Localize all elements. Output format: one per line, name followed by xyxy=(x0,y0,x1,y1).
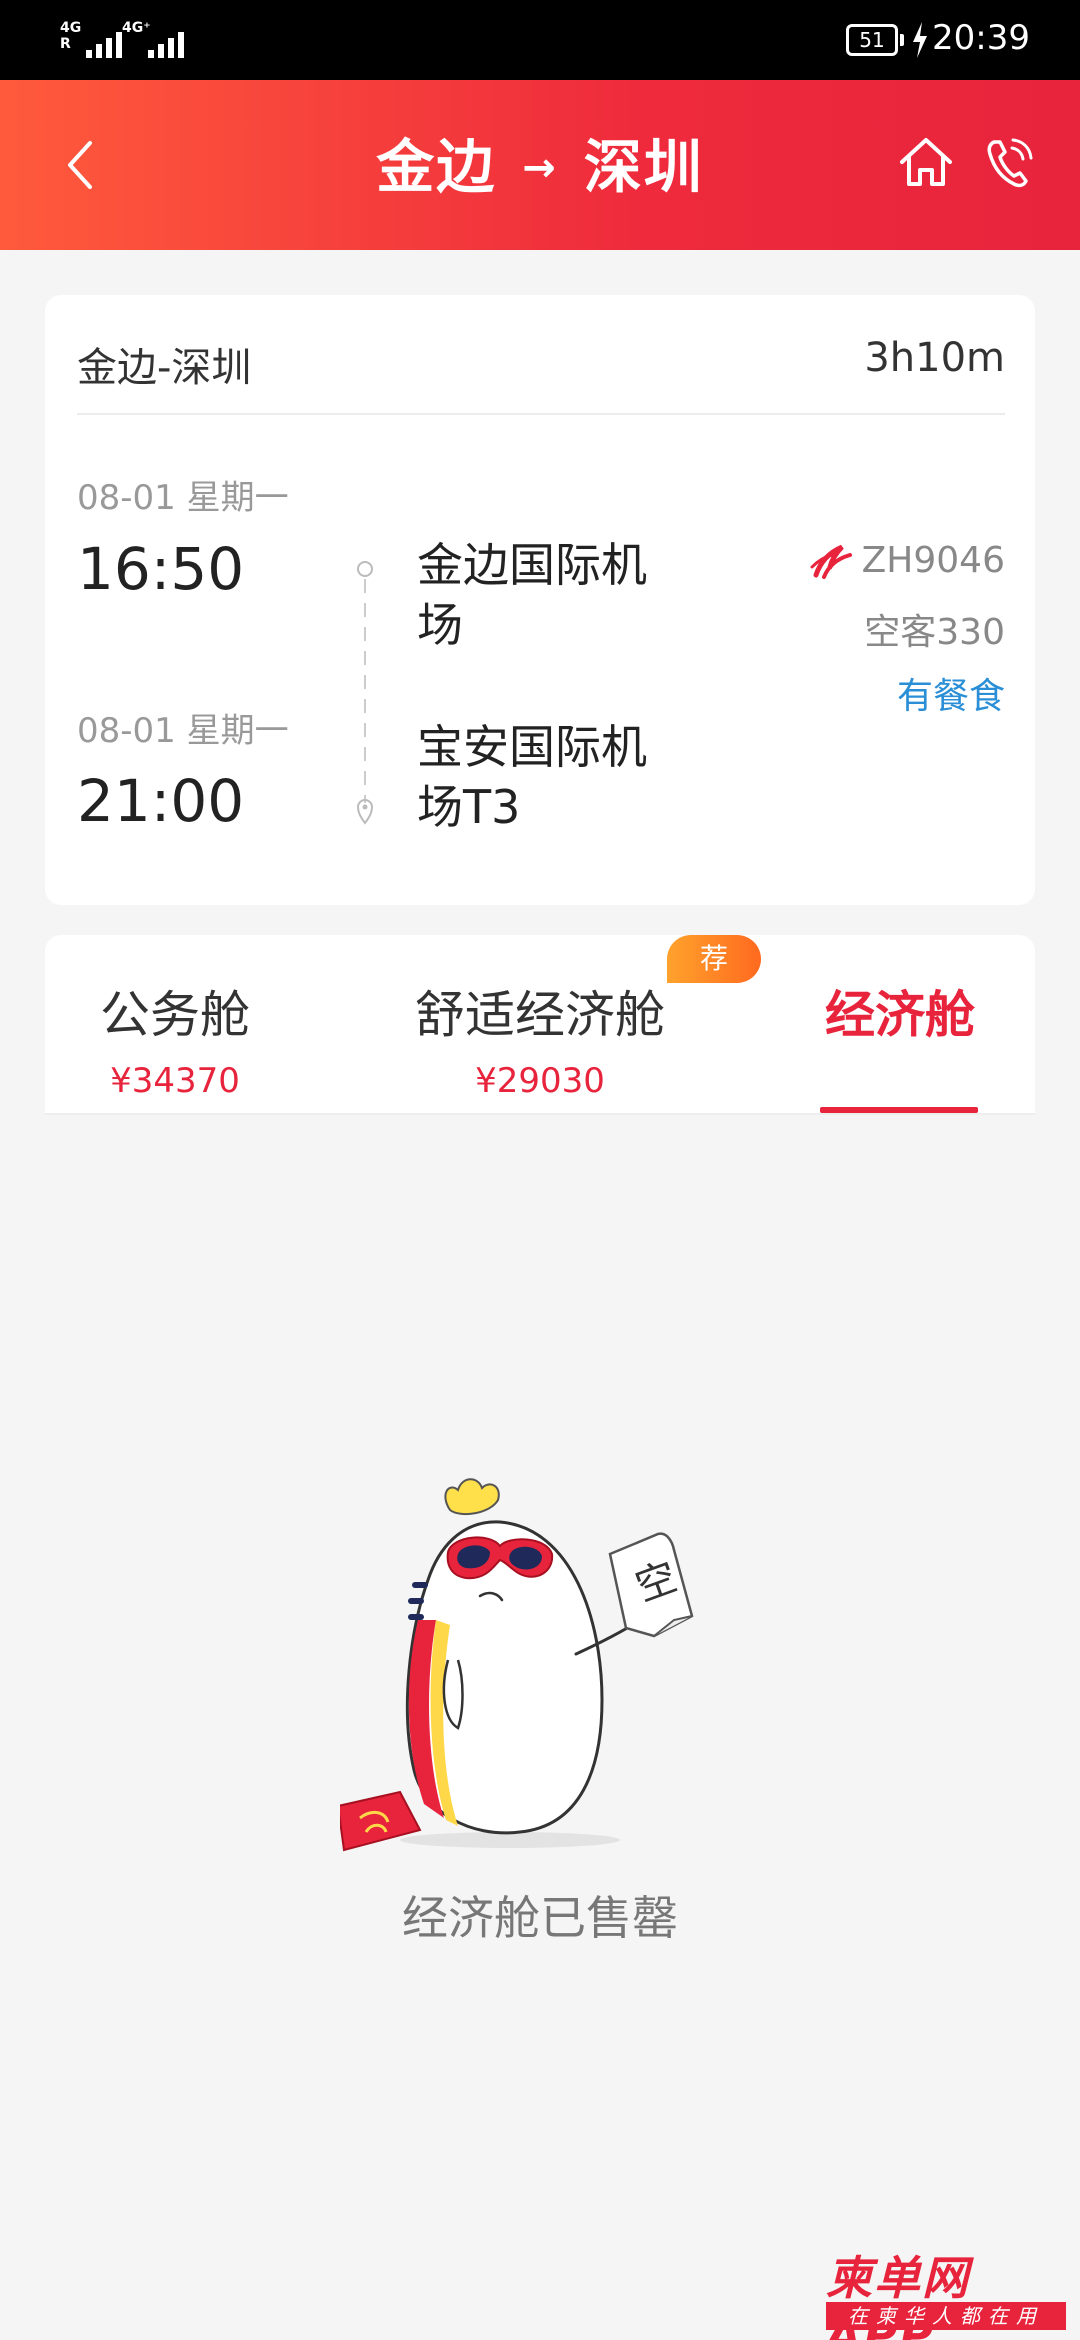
charging-bolt-icon xyxy=(913,22,927,58)
aircraft-type: 空客330 xyxy=(864,612,1005,653)
airline-logo-icon xyxy=(810,544,852,579)
signal-bars-icon xyxy=(148,28,196,58)
cabin-tabs: 公务舱 ¥34370 舒适经济舱 ¥29030 荐 经济舱 xyxy=(45,935,1035,1115)
arrival-airport: 宝安国际机 场T3 xyxy=(417,717,717,837)
phone-icon[interactable] xyxy=(984,132,1034,192)
arrival-airport-line1: 宝安国际机 xyxy=(417,720,647,774)
tab-business-class[interactable]: 公务舱 ¥34370 xyxy=(85,975,265,1101)
sold-out-message: 经济舱已售罄 xyxy=(402,1891,678,1945)
active-tab-indicator xyxy=(820,1107,978,1113)
origin-city: 金边 xyxy=(376,133,497,201)
arrival-airport-line2: 场T3 xyxy=(417,780,521,834)
route-label: 金边-深圳 xyxy=(77,345,252,391)
status-time: 20:39 xyxy=(932,18,1030,58)
arrival-time: 21:00 xyxy=(77,767,245,835)
header-bar: 金边 → 深圳 xyxy=(0,80,1080,250)
arrival-date: 08-01 星期一 xyxy=(77,711,289,751)
divider xyxy=(77,413,1005,415)
flight-info-card: 金边-深圳 3h10m 08-01 星期一 16:50 08-01 星期一 21… xyxy=(45,295,1035,905)
watermark-logo: 柬单网APP 在柬华人都在用 xyxy=(820,2242,1070,2340)
battery-icon: 51 xyxy=(846,24,898,56)
status-bar: 4G R 4G⁺ 51 20:39 xyxy=(0,0,1080,80)
battery-level: 51 xyxy=(859,28,885,52)
departure-date: 08-01 星期一 xyxy=(77,478,289,518)
flight-timeline xyxy=(356,561,374,825)
tab-label: 公务舱 xyxy=(100,986,250,1044)
tab-price: ¥34370 xyxy=(110,1061,240,1101)
departure-airport: 金边国际机 场 xyxy=(417,535,717,655)
departure-time: 16:50 xyxy=(77,535,245,603)
flight-duration: 3h10m xyxy=(864,335,1005,381)
signal-1-label: 4G R xyxy=(60,20,82,52)
tab-economy[interactable]: 经济舱 xyxy=(810,975,990,1061)
destination-city: 深圳 xyxy=(583,133,704,201)
departure-airport-line1: 金边国际机 xyxy=(417,538,647,592)
flight-number-text: ZH9046 xyxy=(861,540,1005,581)
empty-state-mascot: 空 xyxy=(340,1478,694,1852)
recommend-badge: 荐 xyxy=(667,935,761,983)
battery-tip xyxy=(900,34,904,46)
flight-number: ZH9046 xyxy=(808,540,1005,581)
tab-label: 经济舱 xyxy=(825,986,975,1044)
meal-info: 有餐食 xyxy=(896,676,1005,717)
route-arrow: → xyxy=(522,145,558,191)
watermark-tagline: 在柬华人都在用 xyxy=(826,2302,1066,2330)
home-icon[interactable] xyxy=(896,132,956,192)
tab-price: ¥29030 xyxy=(475,1061,605,1101)
departure-airport-line2: 场 xyxy=(417,598,463,652)
signal-2-label: 4G⁺ xyxy=(122,20,151,36)
tab-label: 舒适经济舱 xyxy=(415,986,665,1044)
tab-premium-economy[interactable]: 舒适经济舱 ¥29030 xyxy=(400,975,680,1101)
